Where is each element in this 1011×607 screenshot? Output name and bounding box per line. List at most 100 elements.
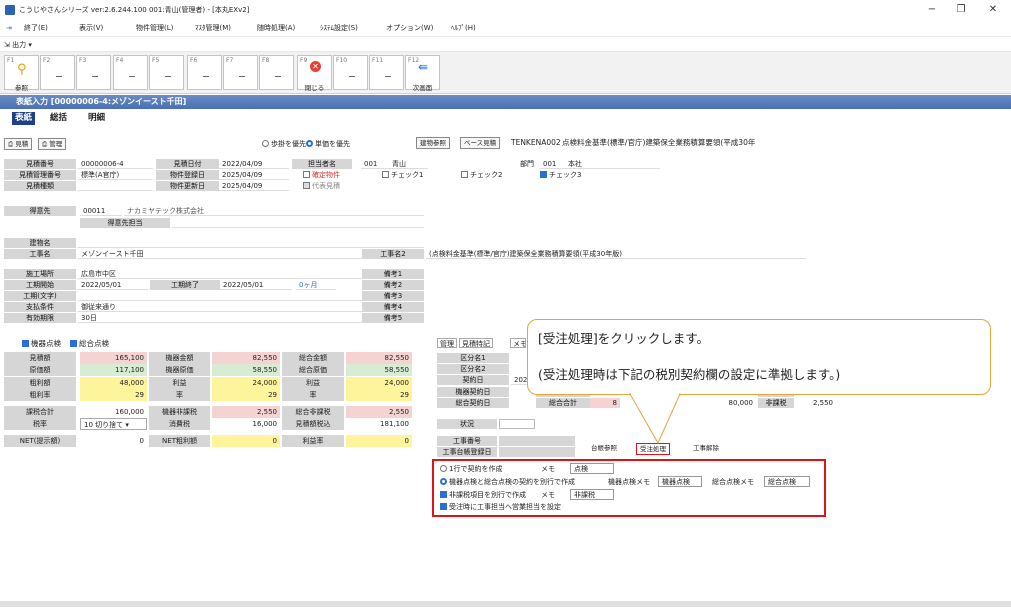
end-value[interactable]: 2022/05/01 <box>220 280 292 290</box>
est-no-value[interactable]: 00000006-4 <box>78 159 153 169</box>
estimate-print-button[interactable]: ⎙ 見積 <box>4 138 33 150</box>
menu-view[interactable]: 表示(V) <box>79 19 103 37</box>
menu-exit[interactable]: 終了(E) <box>24 19 48 37</box>
building-ref-button[interactable]: 建物参照 <box>416 137 450 149</box>
tab-memo[interactable]: メモ <box>510 338 526 348</box>
customer-code[interactable]: 00011 <box>80 206 122 216</box>
valid-value[interactable]: 30日 <box>78 313 362 323</box>
minimize-button[interactable]: − <box>917 0 947 19</box>
f11-button[interactable]: F11 <box>369 55 404 90</box>
memo3-input[interactable]: 非課税 <box>570 489 614 500</box>
f2-button[interactable]: F2 <box>40 55 75 90</box>
pay-value[interactable]: 御従来通り <box>78 302 362 312</box>
months-value: 0ヶ月 <box>296 280 336 290</box>
nontax2-label: 非課税 <box>758 398 794 408</box>
staff-name[interactable]: 青山 <box>389 159 429 169</box>
building-value[interactable] <box>78 238 424 248</box>
check2-label: チェック2 <box>470 171 503 179</box>
opt-nontax-separate[interactable]: 非課税項目を別行で作成 <box>440 490 526 500</box>
menu-help[interactable]: ﾍﾙﾌﾟ(H) <box>451 19 476 37</box>
work2-value[interactable]: (点検料金基準(標準/官庁)建築保全業務積算要領(平成30年版) <box>426 249 806 259</box>
tab-summary[interactable]: 総括 <box>47 112 70 125</box>
est-no-label: 見積番号 <box>4 159 76 169</box>
dept-code[interactable]: 001 <box>540 159 565 169</box>
work-no-label: 工事番号 <box>437 436 497 446</box>
equip-memo-label: 機器点検メモ <box>608 478 650 486</box>
check1-checkbox[interactable]: チェック1 <box>382 170 423 180</box>
equipment-check[interactable]: 機器点検 <box>22 339 61 349</box>
totals-value: 29 <box>346 389 412 401</box>
close-button[interactable]: ✕ <box>978 0 1008 19</box>
menu-master[interactable]: ﾏｽﾀ管理(M) <box>195 19 231 37</box>
f8-button[interactable]: F8 <box>259 55 294 90</box>
period-text-value[interactable] <box>78 291 362 301</box>
radio-unit[interactable]: 単価を優先 <box>306 139 350 149</box>
work2-label: 工事名2 <box>362 249 424 259</box>
manage-print-label: 管理 <box>49 140 63 148</box>
next-screen-icon: ⇚ <box>418 60 429 74</box>
output-menu[interactable]: ⇲ 出力 ▾ <box>0 38 1011 52</box>
customer-name: ナカミヤテック株式会社 <box>124 206 424 216</box>
equipment-check-label: 機器点検 <box>31 339 61 348</box>
opt-single-line[interactable]: 1行で契約を作成 <box>440 464 502 474</box>
mgmt-no-value[interactable]: 標準(A官庁) <box>78 170 153 180</box>
f6-button[interactable]: F6 <box>187 55 222 90</box>
manage-print-button[interactable]: ⎙ 管理 <box>38 138 67 150</box>
start-value[interactable]: 2022/05/01 <box>78 280 148 290</box>
work-value[interactable]: メゾンイースト千田 <box>78 249 362 259</box>
f10-button[interactable]: F10 <box>333 55 368 90</box>
totals-label: 総合非課税 <box>282 406 344 418</box>
rep-est-checkbox[interactable]: 代表見積 <box>303 181 340 191</box>
total-check[interactable]: 総合点検 <box>70 339 109 349</box>
totals-label: NET(提示額) <box>4 435 76 447</box>
totals-value: 58,550 <box>346 364 412 376</box>
f5-button[interactable]: F5 <box>149 55 184 90</box>
menu-system[interactable]: ｼｽﾃﾑ設定(S) <box>320 19 358 37</box>
fkey-number: F3 <box>79 57 87 64</box>
total-amount: 80,000 <box>728 399 754 407</box>
menu-property[interactable]: 物件管理(L) <box>136 19 173 37</box>
tab-manage[interactable]: 管理 <box>437 338 457 348</box>
tab-detail[interactable]: 明細 <box>85 112 108 125</box>
status-value[interactable] <box>499 419 535 429</box>
equip-memo-input[interactable]: 機器点検 <box>658 476 702 487</box>
totals-label: 利益率 <box>282 435 344 447</box>
f7-button[interactable]: F7 <box>223 55 258 90</box>
est-date-label: 見積日付 <box>156 159 219 169</box>
memo1-input[interactable]: 点検 <box>570 463 614 474</box>
f1-button[interactable]: F1 ⚲ 参照 <box>4 55 39 92</box>
menu-option[interactable]: オプション(W) <box>386 19 433 37</box>
tab-est-notes[interactable]: 見積特記 <box>459 338 493 348</box>
total-check-label: 総合点検 <box>79 339 109 348</box>
total-memo-input[interactable]: 総合点検 <box>764 476 810 487</box>
kind-value[interactable] <box>78 181 153 191</box>
tab-cover[interactable]: 表紙 <box>12 112 36 125</box>
totals-label: 機器金額 <box>149 352 210 364</box>
printer-icon: ⎙ <box>8 140 14 148</box>
f12-button[interactable]: F12 ⇚ 次画面 <box>405 55 440 92</box>
start-label: 工期開始 <box>4 280 76 290</box>
f4-button[interactable]: F4 <box>113 55 148 90</box>
f9-button[interactable]: F9 ✕ 閉じる <box>297 55 332 92</box>
maximize-button[interactable]: ❐ <box>946 0 976 19</box>
opt-set-sales-staff[interactable]: 受注時に工事担当へ営業担当を設定 <box>440 502 561 512</box>
confirmed-checkbox[interactable]: 確定物件 <box>303 170 340 180</box>
totals-label: 見積額税込 <box>282 418 344 430</box>
dept-name[interactable]: 本社 <box>565 159 660 169</box>
check2-checkbox[interactable]: チェック2 <box>461 170 502 180</box>
base-code: TENKENA002 <box>511 138 561 147</box>
tax-rate-select[interactable]: 10 切り捨て ▾ <box>80 418 147 430</box>
totals-label: 見積額 <box>4 352 76 364</box>
base-estimate-button[interactable]: ベース見積 <box>460 137 501 149</box>
ledger-ref-button[interactable]: 台帳参照 <box>588 443 620 455</box>
opt-separate-lines[interactable]: 機器点検と総合点検の契約を別行で作成 <box>440 477 575 487</box>
site-value[interactable]: 広島市中区 <box>78 269 362 279</box>
menu-bar: ⇥ 終了(E) 表示(V) 物件管理(L) ﾏｽﾀ管理(M) 随時処理(A) ｼ… <box>0 19 1011 37</box>
staff-code[interactable]: 001 <box>361 159 389 169</box>
f3-button[interactable]: F3 <box>76 55 111 90</box>
radio-ratio[interactable]: 歩掛を優先 <box>262 139 306 149</box>
customer-person-value[interactable] <box>172 218 424 228</box>
est-date-value[interactable]: 2022/04/09 <box>219 159 289 169</box>
menu-adhoc[interactable]: 随時処理(A) <box>257 19 295 37</box>
check3-checkbox[interactable]: チェック3 <box>540 170 581 180</box>
